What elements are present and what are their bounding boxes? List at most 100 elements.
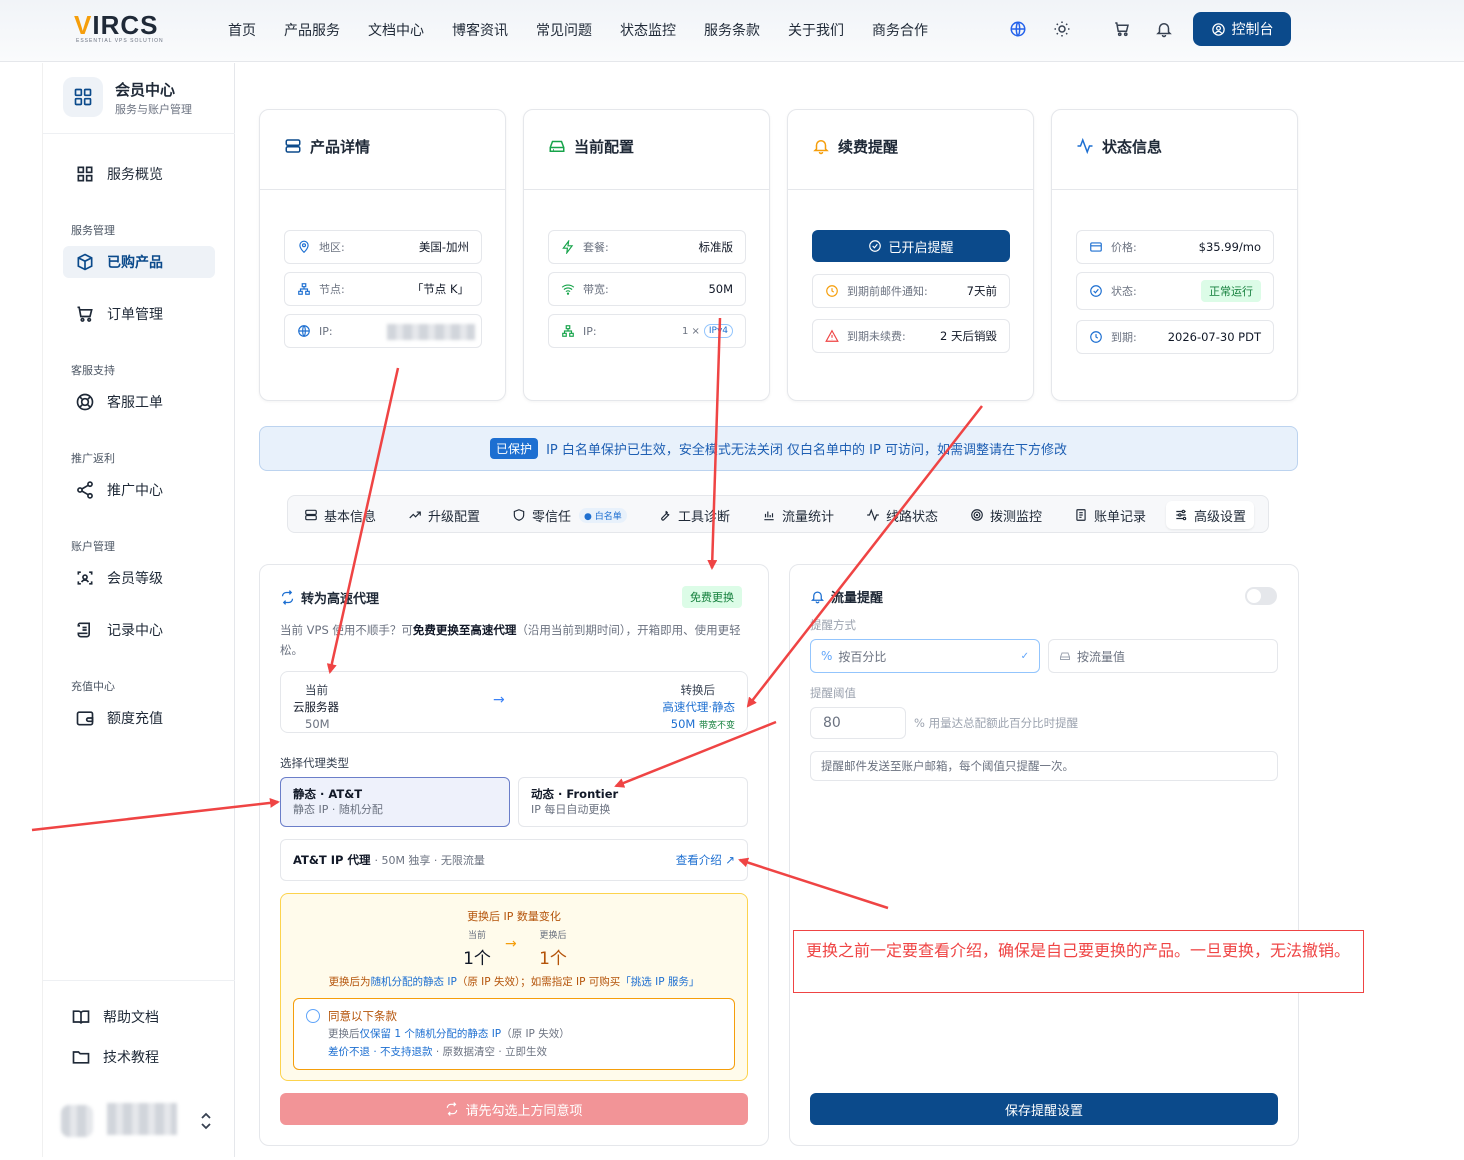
tab-route-status[interactable]: 线路状态 xyxy=(858,501,946,529)
sidebar-item-help[interactable]: 帮助文档 xyxy=(59,1001,211,1033)
banner-text: IP 白名单保护已生效，安全模式无法关闭 仅白名单中的 IP 可访问，如需调整请… xyxy=(546,443,1067,458)
tab-diagnostics[interactable]: 工具诊断 xyxy=(650,501,738,529)
user-account-switcher[interactable] xyxy=(61,1103,221,1139)
view-intro-link[interactable]: 查看介绍 ↗ xyxy=(676,852,735,868)
nav-home[interactable]: 首页 xyxy=(228,20,256,40)
threshold-input[interactable]: 80 xyxy=(810,707,906,739)
chevron-up-down-icon xyxy=(201,1112,211,1130)
row-label: 套餐: xyxy=(583,241,609,254)
note-text: （原 IP 失效）；如需指定 IP 可购买 xyxy=(456,976,621,988)
tab-billing[interactable]: 账单记录 xyxy=(1066,501,1154,529)
tab-label: 工具诊断 xyxy=(678,509,731,525)
repeat-icon xyxy=(447,1102,458,1116)
whitelist-tag-label: 白名单 xyxy=(594,511,622,522)
row-label: 到期未续费: xyxy=(847,330,906,343)
after-name: 高速代理·静态 xyxy=(662,700,735,714)
tab-label: 线路状态 xyxy=(886,509,939,525)
user-name-redacted xyxy=(107,1103,177,1135)
sidebar-item-records[interactable]: 记录中心 xyxy=(63,614,215,646)
hard-drive-icon xyxy=(1060,652,1070,660)
ip-row: IP: xyxy=(284,314,482,348)
nav-docs[interactable]: 文档中心 xyxy=(368,20,424,40)
whitelist-banner: 已保护 IP 白名单保护已生效，安全模式无法关闭 仅白名单中的 IP 可访问，如… xyxy=(259,426,1298,471)
logo-tagline: ESSENTIAL VPS SOLUTION xyxy=(76,38,164,44)
tab-upgrade[interactable]: 升级配置 xyxy=(400,501,488,529)
mode-value-option[interactable]: 按流量值 xyxy=(1048,639,1278,673)
price-row: 价格: $35.99/mo xyxy=(1076,230,1274,264)
sidebar-group-service: 服务管理 xyxy=(71,224,115,237)
agree-title: 同意以下条款 xyxy=(328,1009,397,1023)
sidebar-item-tickets[interactable]: 客服工单 xyxy=(63,386,215,418)
divider xyxy=(43,133,235,134)
sun-icon[interactable] xyxy=(1053,20,1071,38)
option-static-att[interactable]: 静态 · AT&T 静态 IP · 随机分配 xyxy=(280,777,510,827)
nav-about[interactable]: 关于我们 xyxy=(788,20,844,40)
tab-basic-info[interactable]: 基本信息 xyxy=(296,501,384,529)
tab-traffic-stats[interactable]: 流量统计 xyxy=(754,501,842,529)
logo[interactable]: VIRCS ESSENTIAL VPS SOLUTION xyxy=(74,10,163,44)
radar-icon xyxy=(971,509,983,521)
receipt-icon xyxy=(1076,509,1086,521)
row-label: 到期: xyxy=(1111,331,1137,344)
sidebar-item-label: 技术教程 xyxy=(103,1050,159,1066)
sidebar-item-orders[interactable]: 订单管理 xyxy=(63,298,215,330)
traffic-reminder-toggle[interactable] xyxy=(1245,587,1277,605)
panel-title-text: 流量提醒 xyxy=(831,591,884,606)
ip-current-count: 1个 xyxy=(463,949,491,969)
row-value: 2 天后销毁 xyxy=(940,329,997,343)
pick-ip-link[interactable]: 「挑选 IP 服务」 xyxy=(620,976,699,988)
sidebar-item-recharge[interactable]: 额度充值 xyxy=(63,702,215,734)
wrench-icon xyxy=(661,510,670,521)
tab-advanced[interactable]: 高级设置 xyxy=(1166,501,1255,529)
nav-blog[interactable]: 博客资讯 xyxy=(452,20,508,40)
cart-icon[interactable] xyxy=(1113,20,1131,38)
reminder-enabled-button[interactable]: 已开启提醒 xyxy=(812,230,1010,262)
option-subtitle: IP 每日自动更换 xyxy=(531,803,611,816)
bell-icon[interactable] xyxy=(1155,20,1173,38)
ip-change-title: 更换后 IP 数量变化 xyxy=(467,910,561,923)
cart-icon xyxy=(77,306,93,322)
current-spec: 当前 云服务器 50M xyxy=(293,682,339,733)
selected-product-row: AT&T IP 代理 · 50M 独享 · 无限流量 查看介绍 ↗ xyxy=(280,839,748,881)
grid-icon xyxy=(77,166,93,182)
submit-label: 请先勾选上方同意项 xyxy=(465,1103,583,1119)
threshold-note: % 用量达总配额此百分比时提醒 xyxy=(914,716,1079,730)
sidebar-group-account: 账户管理 xyxy=(71,540,115,553)
row-value: 标准版 xyxy=(698,240,734,254)
product-details-card: 产品详情 地区: 美国-加州 节点: 「节点 K」 IP: xyxy=(259,109,506,401)
agree-terms-box[interactable]: 同意以下条款 更换后仅保留 1 个随机分配的静态 IP（原 IP 失效） 差价不… xyxy=(293,998,735,1070)
option-dynamic-frontier[interactable]: 动态 · Frontier IP 每日自动更换 xyxy=(518,777,748,827)
region-row: 地区: 美国-加州 xyxy=(284,230,482,264)
logo-text: IRCS xyxy=(92,10,159,40)
convert-submit-button[interactable]: 请先勾选上方同意项 xyxy=(280,1093,748,1125)
sidebar-item-affiliate[interactable]: 推广中心 xyxy=(63,474,215,506)
activity-icon xyxy=(867,508,879,522)
sidebar-item-label: 帮助文档 xyxy=(103,1010,159,1026)
ip-count-row: IP: 1 × IPv4 xyxy=(548,314,746,348)
sidebar-item-purchased[interactable]: 已购产品 xyxy=(63,246,215,278)
expire-destroy-row: 到期未续费: 2 天后销毁 xyxy=(812,319,1010,353)
mode-percent-option[interactable]: % 按百分比 ✓ xyxy=(810,639,1040,673)
tab-bar: 基本信息 升级配置 零信任 ● 白名单 工具诊断 流量统计 线路状态 拨测监控 … xyxy=(287,495,1269,533)
reminder-button-label: 已开启提醒 xyxy=(888,240,954,256)
map-pin-icon xyxy=(299,240,309,254)
globe-icon[interactable] xyxy=(1009,20,1027,38)
sidebar-item-membership[interactable]: 会员等级 xyxy=(63,562,215,594)
nav-terms[interactable]: 服务条款 xyxy=(704,20,760,40)
sidebar-item-overview[interactable]: 服务概览 xyxy=(63,158,215,190)
tab-probe-monitor[interactable]: 拨测监控 xyxy=(962,501,1050,529)
save-reminder-button[interactable]: 保存提醒设置 xyxy=(810,1093,1278,1125)
tab-label: 高级设置 xyxy=(1194,509,1247,525)
sidebar-item-tutorial[interactable]: 技术教程 xyxy=(59,1041,211,1073)
nav-business[interactable]: 商务合作 xyxy=(872,20,928,40)
console-button[interactable]: 控制台 xyxy=(1193,12,1291,46)
nav-status[interactable]: 状态监控 xyxy=(620,20,676,40)
clock-icon xyxy=(1090,331,1102,343)
agree-checkbox[interactable] xyxy=(306,1009,320,1023)
tab-zero-trust[interactable]: 零信任 ● 白名单 xyxy=(504,501,635,529)
row-value: 7天前 xyxy=(966,284,997,298)
nav-faq[interactable]: 常见问题 xyxy=(536,20,592,40)
nav-products[interactable]: 产品服务 xyxy=(284,20,340,40)
sidebar-item-label: 订单管理 xyxy=(107,307,163,323)
conversion-comparison: 当前 云服务器 50M → 转换后 高速代理·静态 50M 带宽不变 xyxy=(280,671,748,733)
